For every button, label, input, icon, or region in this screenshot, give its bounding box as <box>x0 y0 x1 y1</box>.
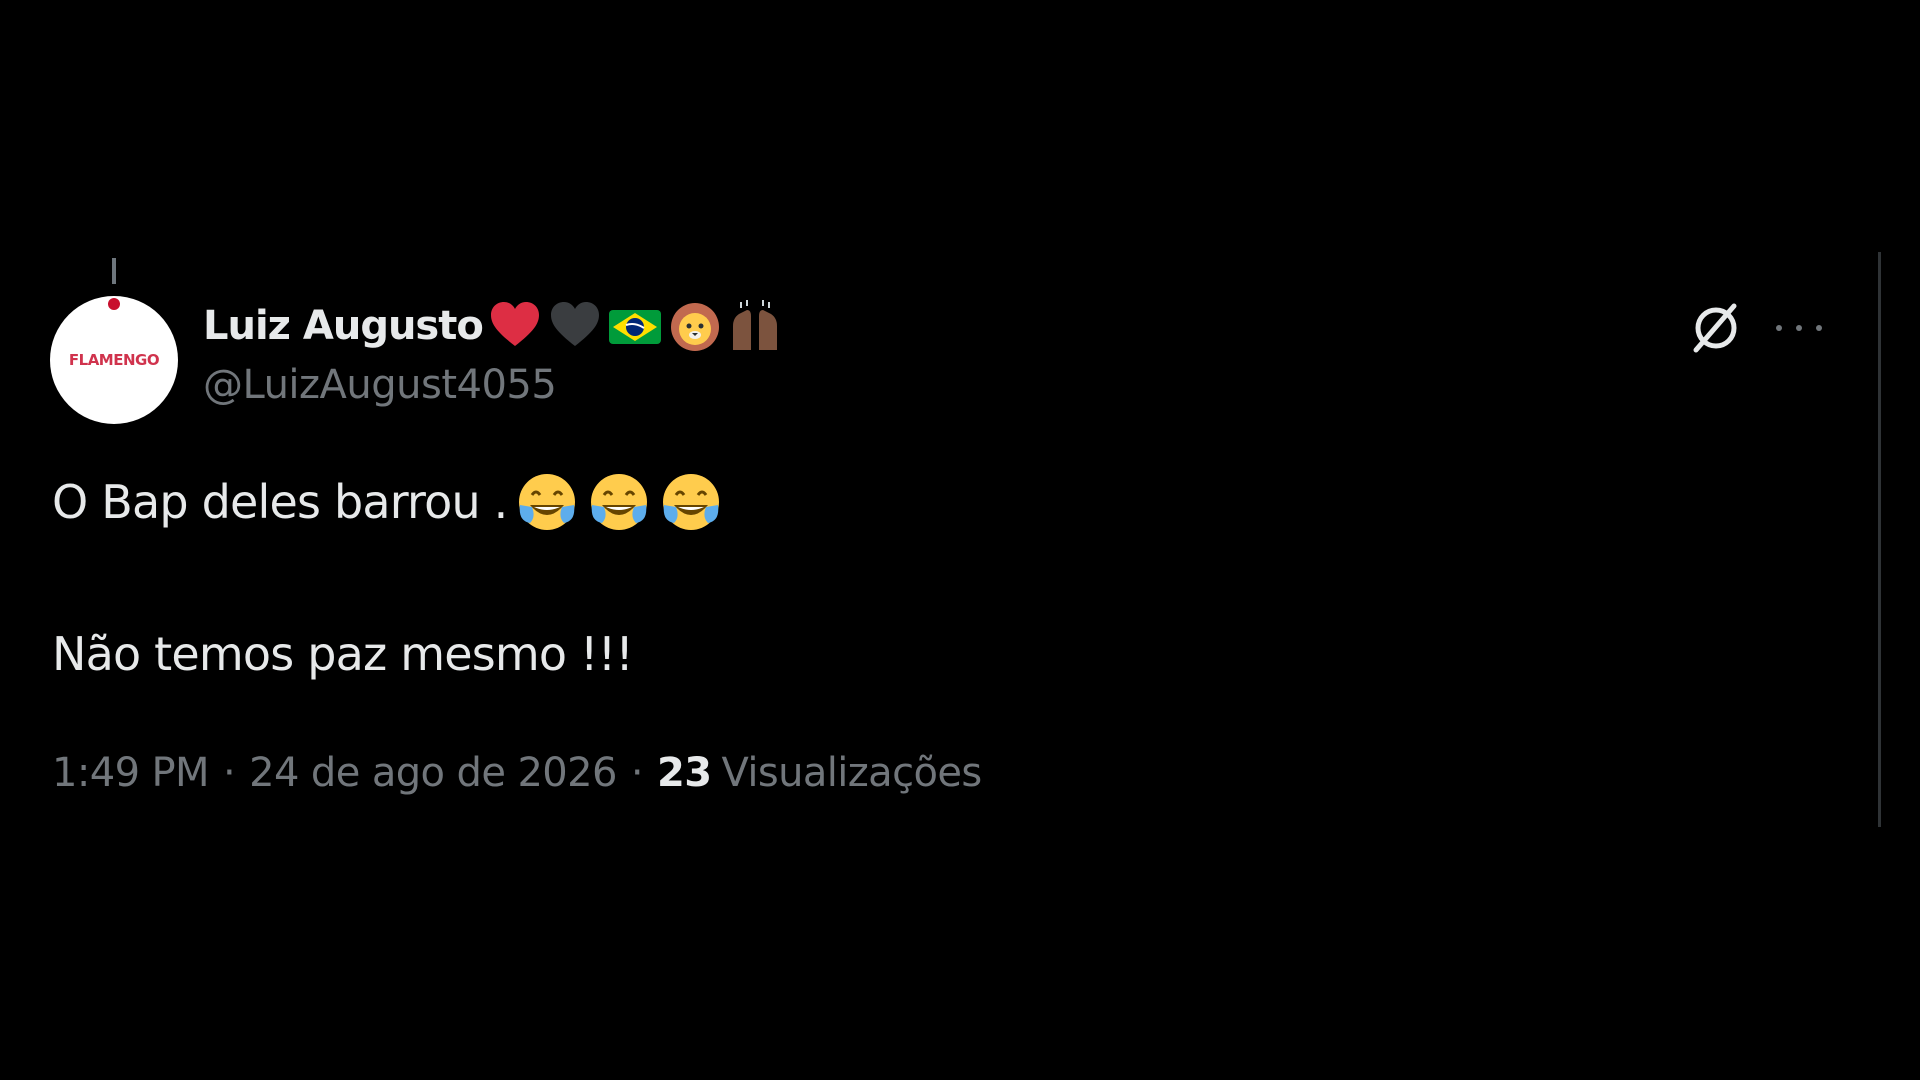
more-dot <box>1796 325 1802 331</box>
tweet-meta: 1:49 PM · 24 de ago de 2026 · 23 Visuali… <box>52 746 982 800</box>
lion-face-emoji <box>670 303 719 351</box>
tears-of-joy-emoji <box>518 474 575 530</box>
avatar-crest-dot <box>108 298 120 310</box>
user-handle[interactable]: @LuizAugust4055 <box>203 362 557 408</box>
tweet-date[interactable]: 24 de ago de 2026 <box>249 750 617 796</box>
meta-separator: · <box>222 750 236 796</box>
avatar[interactable]: FLAMENGO <box>50 296 178 424</box>
grok-icon[interactable] <box>1690 300 1742 356</box>
black-heart-emoji <box>550 302 599 346</box>
tweet-text-line-1: O Bap deles barrou . <box>52 470 724 534</box>
display-name-row[interactable]: Luiz Augusto <box>203 296 783 356</box>
avatar-logo-text: FLAMENGO <box>68 351 160 369</box>
column-divider <box>1878 252 1881 827</box>
more-dot <box>1776 325 1782 331</box>
more-dot <box>1816 325 1822 331</box>
display-name[interactable]: Luiz Augusto <box>203 303 484 349</box>
tweet-text-line-2: Não temos paz mesmo !!! <box>52 622 634 686</box>
raising-hands-emoji <box>732 300 777 350</box>
tweet-text: Não temos paz mesmo !!! <box>52 627 634 681</box>
tweet-time[interactable]: 1:49 PM <box>52 750 210 796</box>
views-label[interactable]: Visualizações <box>721 750 982 796</box>
tears-of-joy-emoji <box>590 474 647 530</box>
tweet-text: O Bap deles barrou . <box>52 475 508 529</box>
thread-connector-line <box>112 258 116 284</box>
red-heart-emoji <box>490 302 539 346</box>
more-options-icon[interactable] <box>1776 318 1822 338</box>
page: FLAMENGO Luiz Augusto @LuizAugust4055 O … <box>0 0 1920 1080</box>
brazil-flag-emoji <box>608 310 661 344</box>
tears-of-joy-emoji <box>662 474 719 530</box>
meta-separator: · <box>630 750 644 796</box>
views-count[interactable]: 23 <box>657 750 712 796</box>
